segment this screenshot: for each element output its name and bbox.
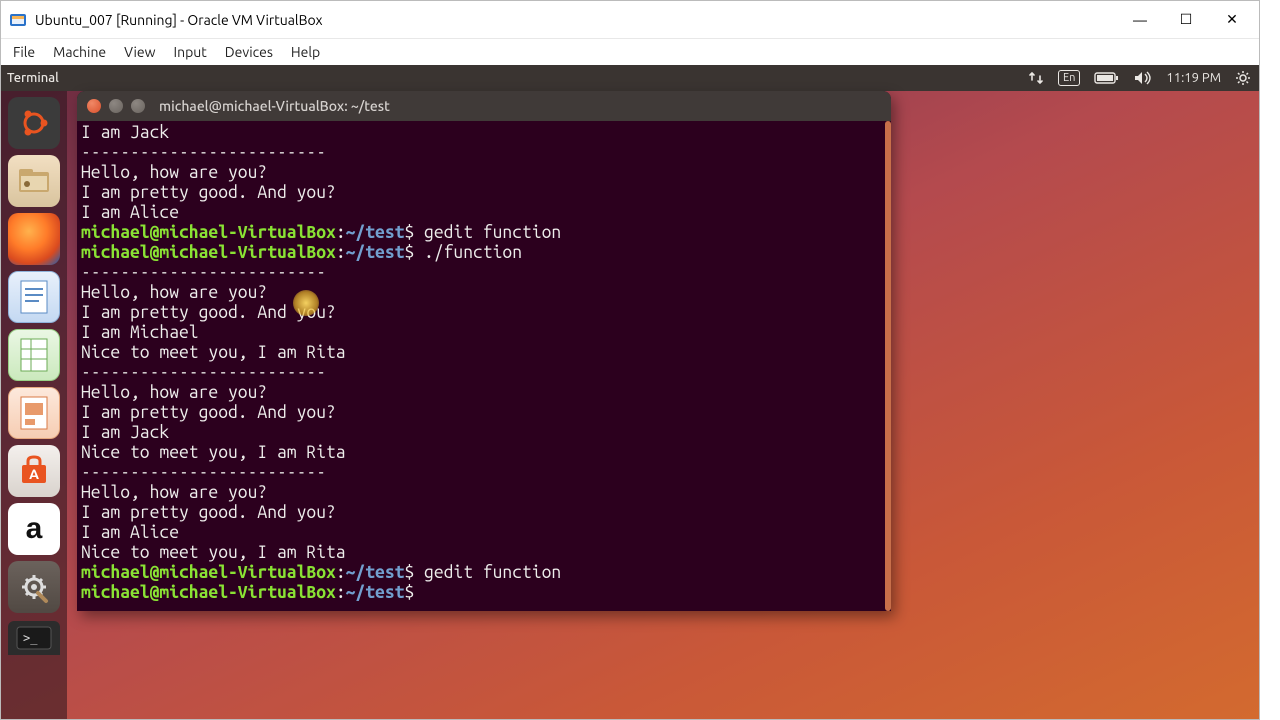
keyboard-lang-indicator[interactable]: En (1058, 70, 1080, 86)
terminal-window[interactable]: michael@michael-VirtualBox: ~/test I am … (77, 91, 891, 611)
terminal-prompt-line: michael@michael-VirtualBox:~/test$ gedit… (81, 223, 887, 243)
terminal-output-line: Nice to meet you, I am Rita (81, 443, 887, 463)
svg-text:A: A (29, 466, 39, 482)
terminal-output-line: I am Jack (81, 423, 887, 443)
vbox-menu-help[interactable]: Help (283, 42, 328, 62)
system-tray: En 11:19 PM (1028, 70, 1251, 86)
terminal-scrollbar[interactable] (885, 121, 891, 611)
vbox-titlebar[interactable]: Ubuntu_007 [Running] - Oracle VM Virtual… (1, 1, 1259, 39)
unity-launcher: A a >_ (1, 91, 67, 719)
terminal-prompt-line: michael@michael-VirtualBox:~/test$ ./fun… (81, 243, 887, 263)
vbox-close-button[interactable]: ✕ (1209, 5, 1255, 35)
terminal-output-line: Hello, how are you? (81, 483, 887, 503)
terminal-output-line: ------------------------- (81, 143, 887, 163)
launcher-firefox[interactable] (8, 213, 60, 265)
terminal-minimize-button[interactable] (109, 99, 123, 113)
panel-active-app[interactable]: Terminal (7, 71, 59, 85)
terminal-output-line: Hello, how are you? (81, 163, 887, 183)
terminal-title: michael@michael-VirtualBox: ~/test (159, 98, 390, 114)
terminal-close-button[interactable] (87, 99, 101, 113)
launcher-amazon[interactable]: a (8, 503, 60, 555)
gear-icon[interactable] (1235, 70, 1251, 86)
vbox-menubar: File Machine View Input Devices Help (1, 39, 1259, 65)
terminal-output-line: I am pretty good. And you? (81, 303, 887, 323)
terminal-output-line: I am Alice (81, 523, 887, 543)
terminal-output-line: ------------------------- (81, 363, 887, 383)
launcher-libreoffice-impress[interactable] (8, 387, 60, 439)
terminal-output-line: Hello, how are you? (81, 383, 887, 403)
vbox-app-icon (9, 11, 27, 29)
vbox-minimize-button[interactable]: — (1117, 5, 1163, 35)
vbox-menu-devices[interactable]: Devices (217, 42, 281, 62)
terminal-output-line: ------------------------- (81, 263, 887, 283)
terminal-output-line: Nice to meet you, I am Rita (81, 543, 887, 563)
terminal-output-line: Hello, how are you? (81, 283, 887, 303)
amazon-a-letter: a (26, 512, 43, 546)
launcher-dash[interactable] (8, 97, 60, 149)
ubuntu-desktop: Terminal En 11:19 PM (1, 65, 1259, 719)
terminal-output-line: I am pretty good. And you? (81, 403, 887, 423)
network-icon[interactable] (1028, 71, 1044, 85)
terminal-output-line: I am Michael (81, 323, 887, 343)
terminal-output-line: Nice to meet you, I am Rita (81, 343, 887, 363)
launcher-system-settings[interactable] (8, 561, 60, 613)
terminal-output-line: I am pretty good. And you? (81, 503, 887, 523)
launcher-terminal[interactable]: >_ (8, 621, 60, 655)
launcher-libreoffice-calc[interactable] (8, 329, 60, 381)
terminal-output-line: I am Alice (81, 203, 887, 223)
battery-icon[interactable] (1094, 71, 1120, 85)
vbox-menu-file[interactable]: File (5, 42, 43, 62)
terminal-output-line: I am Jack (81, 123, 887, 143)
vbox-title: Ubuntu_007 [Running] - Oracle VM Virtual… (35, 12, 1117, 28)
terminal-titlebar[interactable]: michael@michael-VirtualBox: ~/test (77, 91, 891, 121)
ubuntu-top-panel: Terminal En 11:19 PM (1, 65, 1259, 91)
launcher-files[interactable] (8, 155, 60, 207)
vbox-maximize-button[interactable]: ☐ (1163, 5, 1209, 35)
terminal-output-line: I am pretty good. And you? (81, 183, 887, 203)
terminal-body[interactable]: I am Jack-------------------------Hello,… (77, 121, 891, 611)
vbox-menu-view[interactable]: View (116, 42, 163, 62)
terminal-prompt-line: michael@michael-VirtualBox:~/test$ gedit… (81, 563, 887, 583)
terminal-prompt-line: michael@michael-VirtualBox:~/test$ (81, 583, 887, 603)
terminal-output-line: ------------------------- (81, 463, 887, 483)
sound-icon[interactable] (1134, 71, 1152, 85)
launcher-libreoffice-writer[interactable] (8, 271, 60, 323)
launcher-ubuntu-software[interactable]: A (8, 445, 60, 497)
svg-text:>_: >_ (23, 631, 38, 645)
virtualbox-window: Ubuntu_007 [Running] - Oracle VM Virtual… (0, 0, 1260, 720)
vbox-menu-input[interactable]: Input (166, 42, 215, 62)
terminal-maximize-button[interactable] (131, 99, 145, 113)
clock[interactable]: 11:19 PM (1166, 71, 1221, 85)
vbox-menu-machine[interactable]: Machine (45, 42, 114, 62)
